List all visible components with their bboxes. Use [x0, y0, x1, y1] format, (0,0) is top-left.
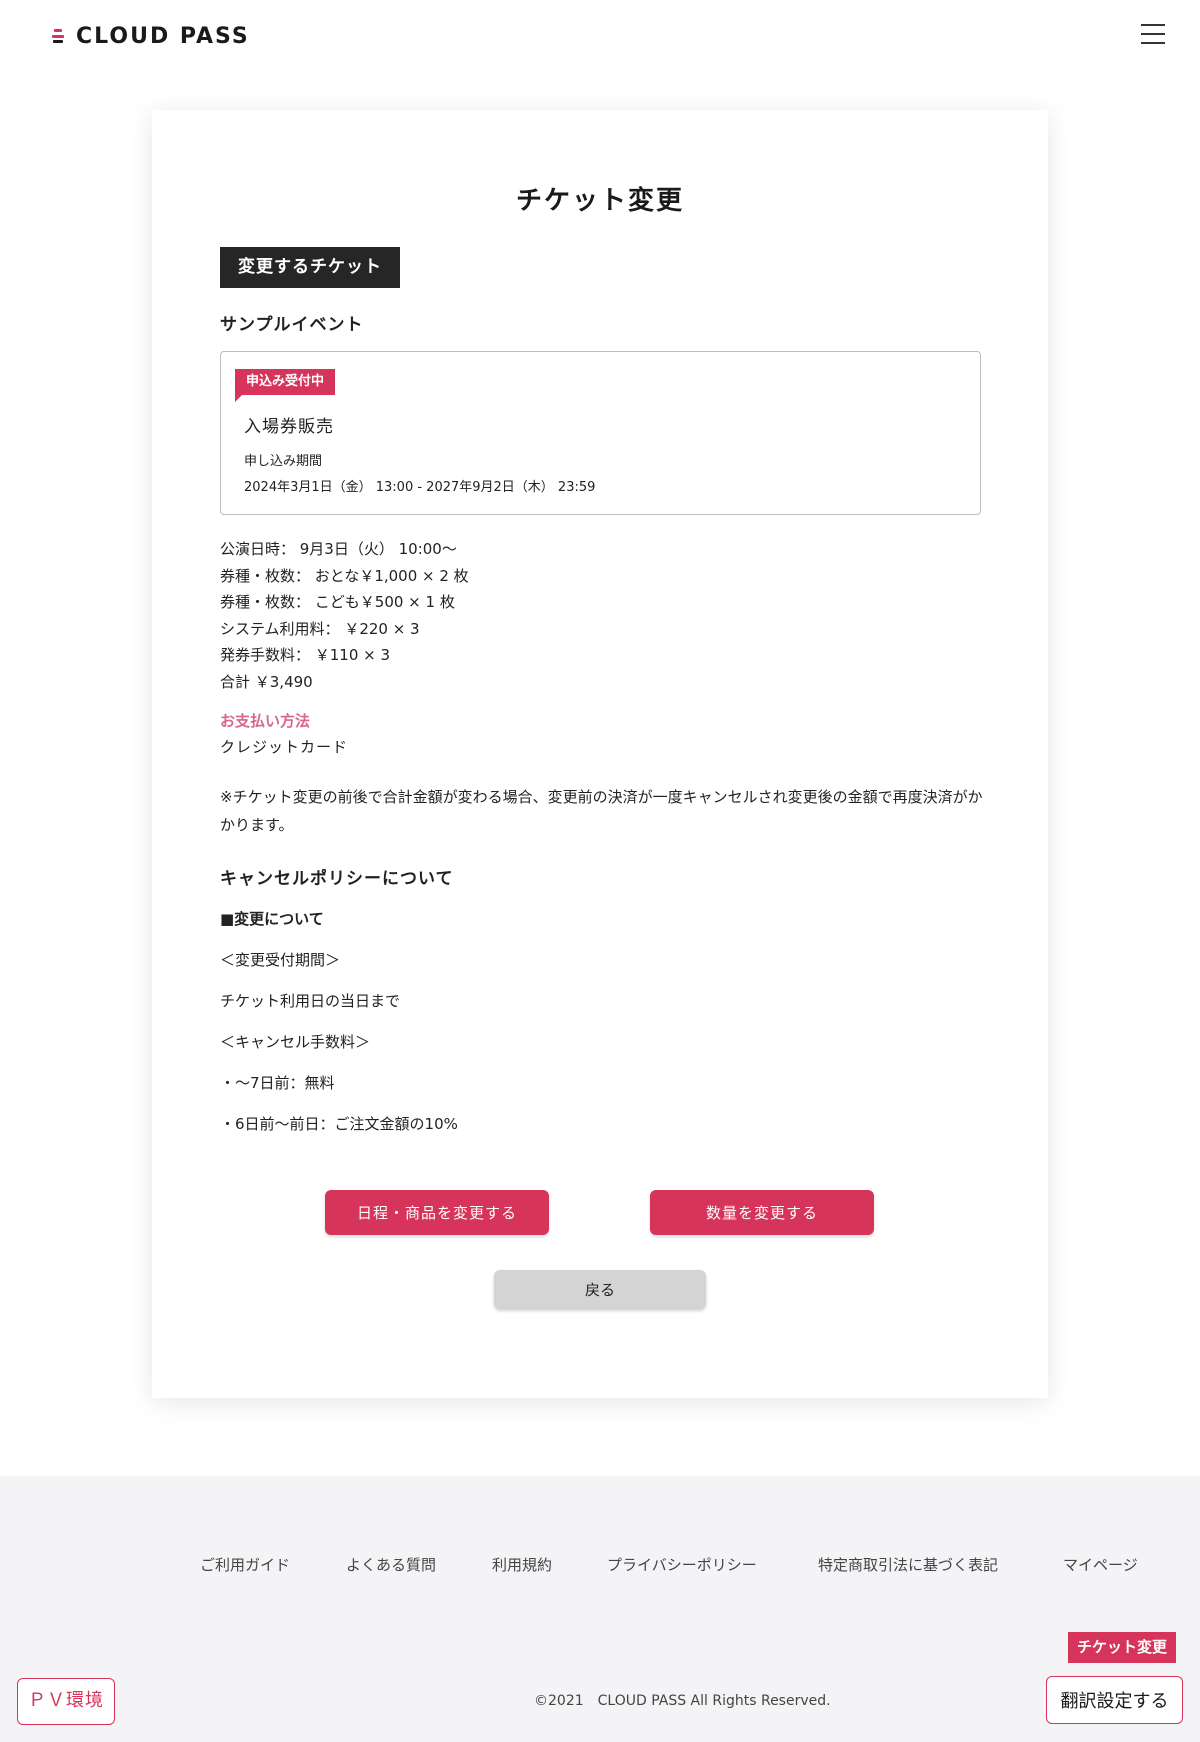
change-note: ※チケット変更の前後で合計金額が変わる場合、変更前の決済が一度キャンセルされ変更… [220, 788, 983, 834]
detail-ticket-adult: 券種・枚数： おとな￥1,000 × 2 枚 [220, 566, 469, 585]
footer-link-mypage[interactable]: マイページ [1063, 1554, 1138, 1575]
logo-text: CLOUD PASS [76, 23, 250, 49]
ticket-box: 申込み受付中 入場券販売 申し込み期間 2024年3月1日（金） 13:00 -… [220, 351, 981, 515]
pv-environment-badge: ＰＶ環境 [17, 1678, 115, 1725]
footer-link-commerce-law[interactable]: 特定商取引法に基づく表記 [818, 1554, 998, 1575]
footer-link-terms[interactable]: 利用規約 [492, 1554, 552, 1575]
detail-system-fee: システム利用料： ￥220 × 3 [220, 619, 420, 638]
ticket-name: 入場券販売 [244, 417, 334, 437]
policy-item: ＜キャンセル手数料＞ [220, 1033, 371, 1051]
payment-method-value: クレジットカード [220, 738, 349, 756]
page-title: チケット変更 [515, 186, 684, 216]
footer-link-faq[interactable]: よくある質問 [346, 1554, 436, 1575]
logo-mark-icon [52, 27, 64, 45]
detail-performance-date: 公演日時： 9月3日（火） 10:00〜 [220, 540, 457, 558]
change-schedule-button[interactable]: 日程・商品を変更する [325, 1190, 549, 1235]
period-value: 2024年3月1日（金） 13:00 - 2027年9月2日（木） 23:59 [244, 480, 596, 495]
detail-ticket-child: 券種・枚数： こども￥500 × 1 枚 [220, 593, 455, 611]
period-label: 申し込み期間 [244, 454, 323, 469]
event-name: サンプルイベント [220, 315, 364, 335]
detail-total: 合計 ￥3,490 [220, 672, 313, 691]
change-quantity-button[interactable]: 数量を変更する [650, 1190, 874, 1235]
cloud-pass-logo[interactable]: CLOUD PASS [52, 22, 250, 50]
policy-item: ・6日前〜前日：ご注文金額の10% [220, 1115, 458, 1133]
status-badge: 申込み受付中 [235, 369, 336, 402]
footer-link-guide[interactable]: ご利用ガイド [200, 1554, 290, 1575]
policy-item: ＜変更受付期間＞ [220, 951, 341, 969]
site-footer: ご利用ガイド よくある質問 利用規約 プライバシーポリシー 特定商取引法に基づく… [0, 1476, 1200, 1742]
cancel-policy-title: キャンセルポリシーについて [220, 869, 454, 889]
back-button[interactable]: 戻る [494, 1270, 706, 1309]
ticket-change-floating-button[interactable]: チケット変更 [1068, 1632, 1177, 1663]
translate-settings-button[interactable]: 翻訳設定する [1046, 1676, 1183, 1724]
ticket-change-card: チケット変更 変更するチケット サンプルイベント 申込み受付中 入場券販売 申し… [152, 110, 1048, 1398]
footer-nav: ご利用ガイド よくある質問 利用規約 プライバシーポリシー 特定商取引法に基づく… [0, 1554, 1200, 1578]
policy-item: チケット利用日の当日まで [220, 992, 401, 1010]
policy-heading: ■変更について [220, 910, 324, 928]
order-details: 公演日時： 9月3日（火） 10:00〜 券種・枚数： おとな￥1,000 × … [220, 536, 469, 695]
detail-issue-fee: 発券手数料： ￥110 × 3 [220, 646, 391, 664]
hamburger-menu-icon[interactable] [1141, 24, 1165, 44]
section-label: 変更するチケット [220, 247, 400, 288]
copyright: ©2021 CLOUD PASS All Rights Reserved. [534, 1693, 831, 1709]
site-header: CLOUD PASS [0, 0, 1200, 72]
policy-item: ・〜7日前：無料 [220, 1074, 335, 1092]
footer-link-privacy[interactable]: プライバシーポリシー [607, 1554, 757, 1575]
payment-method-label: お支払い方法 [220, 712, 311, 730]
